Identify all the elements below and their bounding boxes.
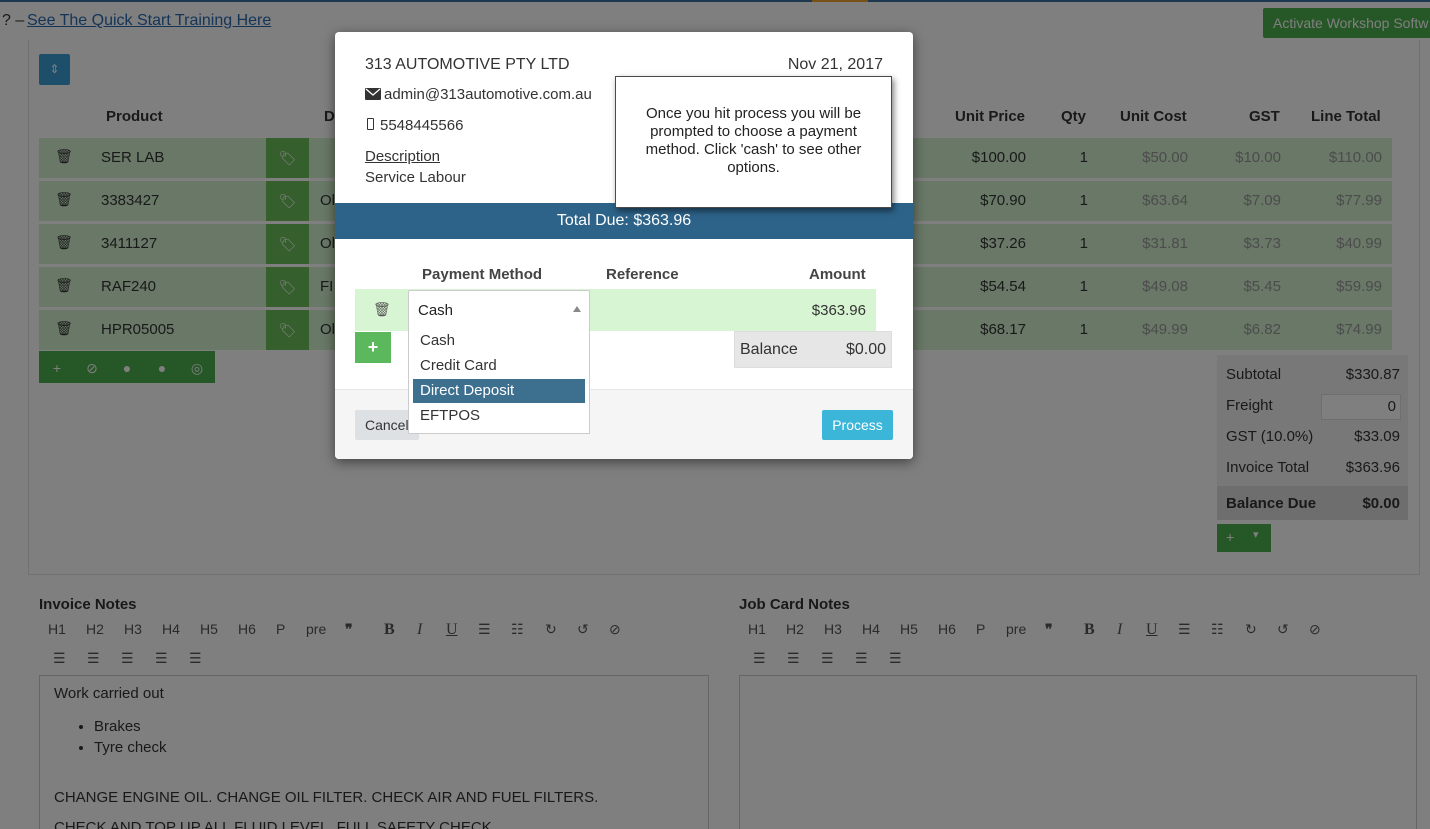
option-cash[interactable]: Cash [413, 329, 585, 353]
process-button[interactable]: Process [822, 410, 893, 440]
add-payment-button[interactable]: + [355, 332, 391, 363]
option-eftpos[interactable]: EFTPOS [413, 404, 585, 428]
caret-up-icon [573, 306, 581, 312]
payment-method-header: Payment Method [422, 266, 543, 283]
option-direct-deposit[interactable]: Direct Deposit [413, 379, 585, 403]
company-phone: 5548445566 [380, 117, 464, 134]
description-label: Description [365, 148, 441, 165]
amount-header: Amount [809, 266, 866, 283]
tutorial-tooltip: Once you hit process you will be prompte… [615, 76, 892, 208]
balance-value: $0.00 [845, 341, 886, 358]
balance-label: Balance [740, 341, 798, 358]
payment-amount[interactable]: $363.96 [812, 302, 866, 319]
payment-method-select[interactable]: Cash [408, 290, 590, 328]
reference-header: Reference [606, 266, 679, 283]
invoice-date: Nov 21, 2017 [787, 56, 883, 73]
mobile-phone-icon [367, 118, 374, 130]
plus-icon: + [367, 337, 379, 357]
trash-icon[interactable]: 🗑 [373, 301, 391, 318]
option-credit-card[interactable]: Credit Card [413, 354, 585, 378]
payment-method-dropdown: Cash Credit Card Direct Deposit EFTPOS [408, 327, 590, 434]
description-value: Service Labour [365, 169, 466, 186]
total-due-bar: Total Due: $363.96 [335, 203, 913, 239]
envelope-icon [365, 88, 381, 100]
balance-box: Balance $0.00 [734, 331, 892, 368]
payment-method-value: Cash [418, 302, 454, 319]
company-name: 313 AUTOMOTIVE PTY LTD [365, 56, 570, 73]
company-email: admin@313automotive.com.au [384, 86, 592, 103]
